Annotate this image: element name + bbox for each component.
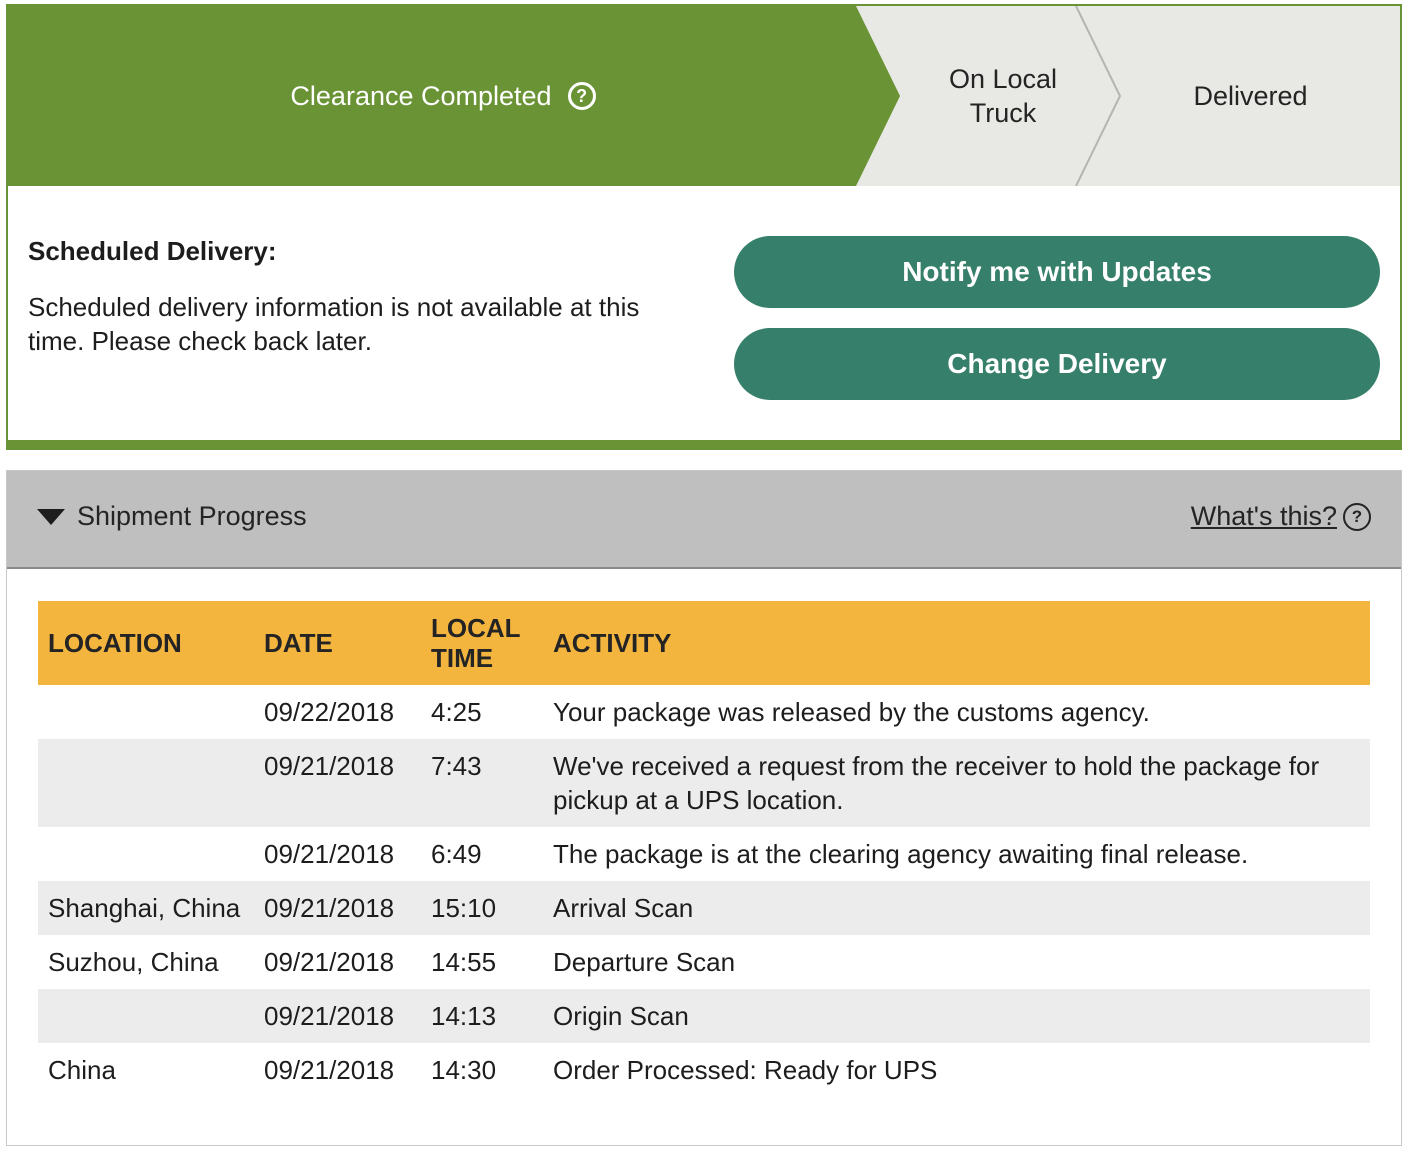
notify-updates-button[interactable]: Notify me with Updates bbox=[734, 236, 1380, 308]
step-label-delivered: Delivered bbox=[1193, 81, 1308, 111]
header-activity: ACTIVITY bbox=[543, 601, 1370, 685]
table-row: 09/21/2018 7:43 We've received a request… bbox=[38, 739, 1370, 827]
cell-date: 09/21/2018 bbox=[264, 947, 395, 977]
step-on-local-truck: On Local Truck bbox=[888, 46, 1118, 146]
tracking-status-card: Clearance Completed ? On Local Truck Del… bbox=[6, 4, 1402, 450]
cell-location: China bbox=[48, 1055, 116, 1085]
header-date: DATE bbox=[254, 601, 421, 685]
cell-time: 6:49 bbox=[431, 839, 482, 869]
shipment-progress-panel: Shipment Progress What's this? ? LOCATIO… bbox=[6, 470, 1402, 1146]
cell-activity: Departure Scan bbox=[553, 947, 736, 977]
scheduled-delivery-title: Scheduled Delivery: bbox=[28, 236, 277, 266]
cell-time: 4:25 bbox=[431, 697, 482, 727]
cell-time: 14:55 bbox=[431, 947, 497, 977]
cell-time: 14:13 bbox=[421, 989, 543, 1043]
step-delivered: Delivered bbox=[1138, 46, 1363, 146]
question-circle-icon[interactable]: ? bbox=[567, 82, 596, 110]
panel-title: Shipment Progress bbox=[77, 501, 307, 531]
caret-down-icon bbox=[37, 508, 65, 525]
whats-this-link[interactable]: What's this? bbox=[1191, 501, 1337, 532]
header-location: LOCATION bbox=[38, 601, 254, 685]
cell-location bbox=[38, 827, 254, 881]
table-row: Suzhou, China 09/21/2018 14:55 Departure… bbox=[38, 935, 1370, 989]
table-row: Shanghai, China 09/21/2018 15:10 Arrival… bbox=[38, 881, 1370, 935]
cell-date: 09/21/2018 bbox=[264, 1055, 395, 1085]
scheduled-delivery-text: Scheduled delivery information is not av… bbox=[28, 292, 640, 356]
question-circle-icon[interactable]: ? bbox=[1343, 502, 1371, 531]
cell-activity: We've received a request from the receiv… bbox=[543, 739, 1370, 827]
cell-activity: The package is at the clearing agency aw… bbox=[553, 839, 1249, 869]
cell-location bbox=[38, 989, 254, 1043]
table-row: 09/22/2018 4:25 Your package was release… bbox=[38, 685, 1370, 739]
step-label-on-local-truck: On Local Truck bbox=[948, 64, 1058, 128]
header-local-time: LOCAL TIME bbox=[421, 601, 543, 685]
cell-location: Suzhou, China bbox=[48, 947, 219, 977]
step-clearance-completed: Clearance Completed ? bbox=[8, 6, 878, 186]
cell-location: Shanghai, China bbox=[38, 881, 254, 935]
cell-date: 09/22/2018 bbox=[264, 697, 395, 727]
cell-activity: Arrival Scan bbox=[543, 881, 1370, 935]
cell-activity: Origin Scan bbox=[543, 989, 1370, 1043]
activity-table: LOCATION DATE LOCAL TIME ACTIVITY 09/22/… bbox=[38, 601, 1370, 1097]
cell-date: 09/21/2018 bbox=[254, 739, 421, 827]
change-delivery-button[interactable]: Change Delivery bbox=[734, 328, 1380, 400]
panel-header: Shipment Progress What's this? ? bbox=[7, 471, 1401, 569]
table-row: 09/21/2018 6:49 The package is at the cl… bbox=[38, 827, 1370, 881]
cell-time: 7:43 bbox=[421, 739, 543, 827]
table-header-row: LOCATION DATE LOCAL TIME ACTIVITY bbox=[38, 601, 1370, 685]
whats-this-link-group[interactable]: What's this? ? bbox=[1191, 501, 1371, 532]
cell-date: 09/21/2018 bbox=[254, 989, 421, 1043]
cell-date: 09/21/2018 bbox=[254, 881, 421, 935]
cell-location bbox=[38, 685, 254, 739]
cell-activity: Your package was released by the customs… bbox=[553, 697, 1150, 727]
cell-time: 15:10 bbox=[421, 881, 543, 935]
step-current-label: Clearance Completed bbox=[290, 81, 552, 111]
progress-stepper: Clearance Completed ? On Local Truck Del… bbox=[8, 6, 1400, 186]
cell-date: 09/21/2018 bbox=[264, 839, 395, 869]
shipment-progress-toggle[interactable]: Shipment Progress bbox=[37, 501, 307, 532]
cell-time: 14:30 bbox=[431, 1055, 497, 1085]
cell-location bbox=[38, 739, 254, 827]
cell-activity: Order Processed: Ready for UPS bbox=[553, 1055, 938, 1085]
table-row: 09/21/2018 14:13 Origin Scan bbox=[38, 989, 1370, 1043]
table-row: China 09/21/2018 14:30 Order Processed: … bbox=[38, 1043, 1370, 1097]
